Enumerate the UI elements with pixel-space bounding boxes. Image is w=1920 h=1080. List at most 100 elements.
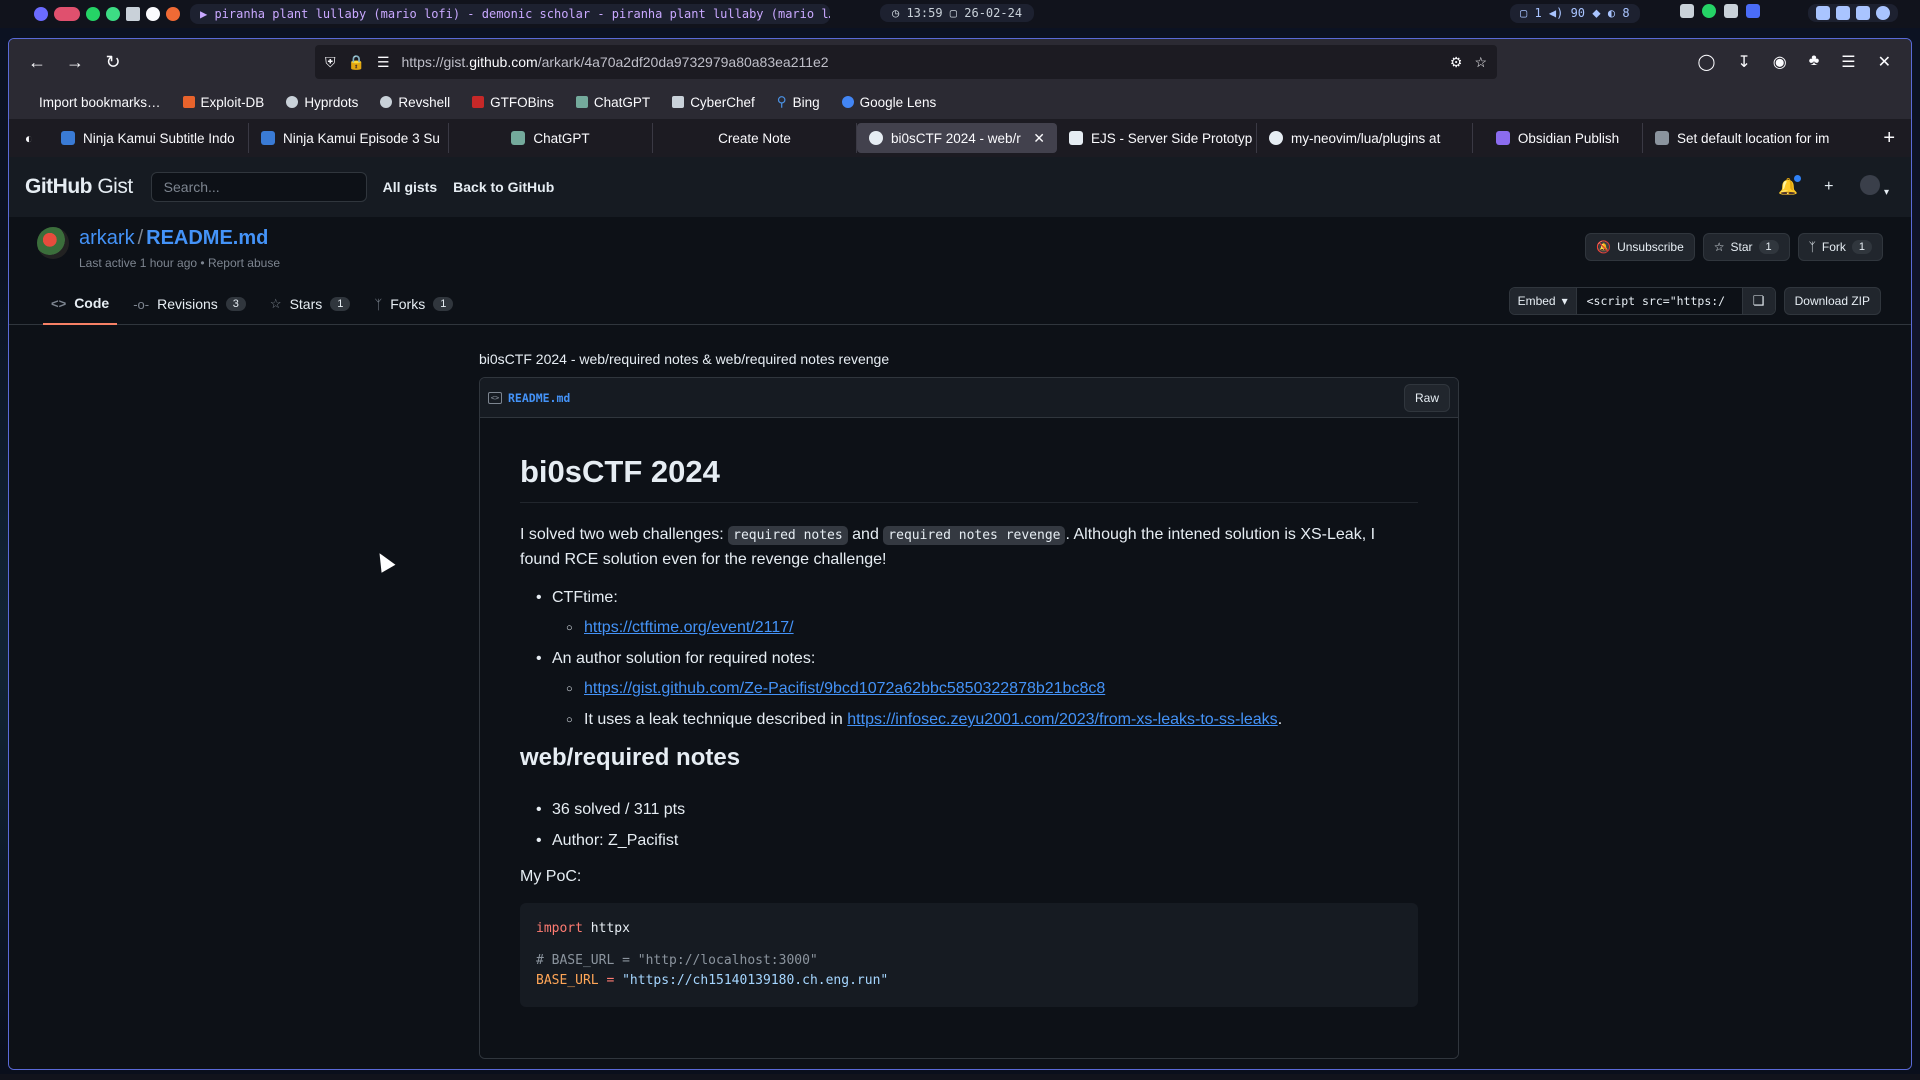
code-text: httpx xyxy=(582,921,630,936)
browser-tab[interactable]: Set default location for im xyxy=(1643,123,1857,153)
list-item: Author: Z_Pacifist xyxy=(520,829,1418,853)
star-label: Star xyxy=(1730,240,1753,254)
obsidian-icon[interactable] xyxy=(146,7,160,21)
tab-favicon-icon xyxy=(1069,131,1083,145)
ctftime-link[interactable]: https://ctftime.org/event/2117/ xyxy=(584,619,794,636)
tab-overview-button[interactable]: ◐ xyxy=(9,131,49,146)
fork-button[interactable]: ᛉ Fork 1 xyxy=(1797,233,1883,261)
bookmark-item[interactable]: ChatGPT xyxy=(575,95,650,110)
toolbar-right: ◯ ↧ ◉ ♣ ☰ ✕ xyxy=(1697,52,1899,72)
workspace-icon[interactable] xyxy=(34,7,48,21)
download-icon[interactable]: ↧ xyxy=(1737,52,1750,72)
lock-icon[interactable]: 🔒 xyxy=(348,54,365,71)
code-block: import httpx # BASE_URL = "http://localh… xyxy=(520,903,1418,1007)
menu-icon[interactable]: ☰ xyxy=(1841,52,1855,72)
gtfobins-icon xyxy=(472,96,485,108)
browser-tab[interactable]: Ninja Kamui Episode 3 Su xyxy=(249,123,449,153)
bookmark-label: CyberChef xyxy=(690,94,755,110)
extensions-icon[interactable]: ♣ xyxy=(1809,52,1820,72)
account-icon[interactable]: ◉ xyxy=(1773,52,1787,72)
owner-link[interactable]: arkark xyxy=(79,227,135,249)
tab-revisions[interactable]: -o- Revisions 3 xyxy=(125,283,254,325)
bookmark-item[interactable]: Google Lens xyxy=(841,95,936,110)
tab-code[interactable]: <> Code xyxy=(43,283,118,325)
embed-code-input[interactable]: <script src="https:/ xyxy=(1576,288,1743,314)
shield-icon[interactable]: ⛨ xyxy=(325,54,336,71)
logo-bold: GitHub xyxy=(25,175,92,198)
translate-icon[interactable]: ⚙ xyxy=(1450,54,1463,71)
file-icon[interactable] xyxy=(126,7,140,21)
firefox-icon[interactable] xyxy=(54,7,80,21)
system-status[interactable]: ▢ 1 ◀) 90 ⬥ ◐ 8 xyxy=(1510,4,1640,23)
whatsapp-icon[interactable] xyxy=(86,7,100,21)
all-gists-link[interactable]: All gists xyxy=(383,179,437,195)
revisions-counter: 3 xyxy=(225,297,246,311)
user-menu[interactable]: ▾ xyxy=(1859,174,1889,200)
page-permissions-icon[interactable]: ☰ xyxy=(377,54,390,71)
burp-icon[interactable] xyxy=(166,7,180,21)
browser-tab[interactable]: Obsidian Publish xyxy=(1473,123,1643,153)
copy-button[interactable]: ❏ xyxy=(1742,288,1775,314)
bookmark-item[interactable]: CyberChef xyxy=(672,95,755,110)
tray-display-icon[interactable] xyxy=(1724,4,1738,18)
media-player-title[interactable]: ▶ piranha plant lullaby (mario lofi) - d… xyxy=(190,4,830,24)
star-button[interactable]: ☆ Star 1 xyxy=(1702,233,1790,261)
search-input[interactable]: Search... xyxy=(150,172,367,202)
new-tab-button[interactable]: + xyxy=(1867,127,1911,150)
forward-button[interactable]: → xyxy=(59,46,91,78)
bell-slash-icon: 🔕 xyxy=(1596,240,1612,254)
gist-title: arkark / README.md xyxy=(79,227,280,250)
author-solution-link[interactable]: https://gist.github.com/Ze-Pacifist/9bcd… xyxy=(584,680,1105,697)
spotify-icon[interactable] xyxy=(106,7,120,21)
back-button[interactable]: ← xyxy=(21,46,53,78)
browser-tab[interactable]: EJS - Server Side Prototyp xyxy=(1057,123,1257,153)
browser-tab-active[interactable]: bi0sCTF 2024 - web/r ✕ xyxy=(857,123,1057,153)
logout-icon[interactable] xyxy=(1856,6,1870,20)
power-icon[interactable] xyxy=(1876,6,1890,20)
system-clock[interactable]: ◷ 13:59 ▢ 26-02-24 xyxy=(880,4,1035,22)
tab-stars[interactable]: ☆ Stars 1 xyxy=(262,283,358,325)
close-window-icon[interactable]: ✕ xyxy=(1878,52,1891,72)
bluetooth-icon[interactable] xyxy=(1746,4,1760,18)
download-zip-button[interactable]: Download ZIP xyxy=(1783,287,1881,315)
reload-button[interactable]: ↻ xyxy=(97,46,129,78)
bookmarks-bar: Import bookmarks… Exploit-DB Hyprdots Re… xyxy=(9,85,1911,119)
embed-select[interactable]: Embed ▾ xyxy=(1509,288,1577,314)
bookmark-item[interactable]: GTFOBins xyxy=(472,95,554,110)
unsubscribe-button[interactable]: 🔕 Unsubscribe xyxy=(1585,233,1695,261)
back-to-github-link[interactable]: Back to GitHub xyxy=(453,179,554,195)
browser-tab[interactable]: Create Note xyxy=(653,123,857,153)
lock-icon[interactable] xyxy=(1816,6,1830,20)
browser-tab[interactable]: ChatGPT xyxy=(449,123,653,153)
plus-icon[interactable]: + xyxy=(1824,178,1833,196)
github-icon xyxy=(1269,131,1283,145)
pocket-icon[interactable]: ◯ xyxy=(1697,52,1715,72)
bookmark-star-icon[interactable]: ☆ xyxy=(1474,54,1487,71)
close-tab-icon[interactable]: ✕ xyxy=(1033,130,1045,147)
bell-icon[interactable]: 🔔 xyxy=(1778,175,1802,197)
tray-app-icon[interactable] xyxy=(1680,4,1694,18)
settings-icon[interactable] xyxy=(1836,6,1850,20)
tray-whatsapp-icon[interactable] xyxy=(1702,4,1716,18)
browser-tab[interactable]: Ninja Kamui Subtitle Indo xyxy=(49,123,249,153)
bookmark-item[interactable]: Hyprdots xyxy=(286,95,358,110)
bookmark-item[interactable]: Import bookmarks… xyxy=(21,95,161,110)
github-gist-logo[interactable]: GitHub Gist xyxy=(25,175,133,199)
tab-forks[interactable]: ᛉ Forks 1 xyxy=(366,283,461,325)
tab-label: Set default location for im xyxy=(1677,130,1830,146)
tab-label: bi0sCTF 2024 - web/r xyxy=(891,130,1021,146)
bookmark-item[interactable]: ⚲ Bing xyxy=(777,94,820,110)
bookmark-item[interactable]: Exploit-DB xyxy=(182,95,264,110)
leak-technique-link[interactable]: https://infosec.zeyu2001.com/2023/from-x… xyxy=(847,711,1277,728)
gist-file-link[interactable]: README.md xyxy=(146,227,268,249)
owner-avatar[interactable] xyxy=(37,227,69,259)
browser-tab[interactable]: my-neovim/lua/plugins at xyxy=(1257,123,1473,153)
bookmark-item[interactable]: Revshell xyxy=(380,95,450,110)
bookmark-label: Revshell xyxy=(398,94,451,110)
url-text[interactable]: https://gist.github.com/arkark/4a70a2df2… xyxy=(402,54,1438,70)
address-bar[interactable]: ⛨ 🔒 ☰ https://gist.github.com/arkark/4a7… xyxy=(315,45,1497,79)
stars-counter: 1 xyxy=(330,297,351,311)
raw-button[interactable]: Raw xyxy=(1403,383,1450,412)
file-name-link[interactable]: <> README.md xyxy=(488,391,570,405)
list-text: An author solution for required notes: xyxy=(552,650,816,667)
